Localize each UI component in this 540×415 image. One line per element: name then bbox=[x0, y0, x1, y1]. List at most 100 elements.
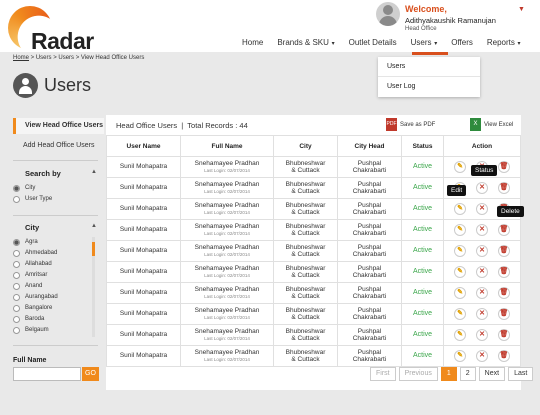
radio-selected-icon[interactable] bbox=[13, 238, 20, 246]
nav-users[interactable]: Users ▾ bbox=[411, 38, 438, 52]
edit-icon[interactable]: ✎ bbox=[454, 329, 466, 341]
status-toggle-icon[interactable]: ✕ bbox=[476, 203, 488, 215]
breadcrumb-home[interactable]: Home bbox=[13, 55, 29, 61]
radio-selected-icon[interactable] bbox=[13, 184, 20, 192]
status-toggle-icon[interactable]: ✕ bbox=[476, 350, 488, 362]
delete-icon[interactable]: 🗑 bbox=[498, 266, 510, 278]
edit-icon[interactable]: ✎ bbox=[454, 161, 466, 173]
user-name-text: Sunil Mohapatra bbox=[119, 331, 168, 339]
delete-icon[interactable]: 🗑 bbox=[498, 329, 510, 341]
radio-icon[interactable] bbox=[13, 282, 20, 290]
city-text: Bhubneshwar bbox=[285, 159, 326, 167]
delete-icon[interactable]: 🗑 bbox=[498, 182, 510, 194]
radio-icon[interactable] bbox=[13, 326, 20, 334]
dropdown-users[interactable]: Users bbox=[378, 57, 480, 77]
delete-icon[interactable]: 🗑 bbox=[498, 224, 510, 236]
edit-icon[interactable]: ✎ bbox=[454, 308, 466, 320]
nav-reports[interactable]: Reports ▾ bbox=[487, 38, 521, 52]
user-name-text: Sunil Mohapatra bbox=[119, 226, 168, 234]
chevron-down-icon: ▾ bbox=[329, 41, 335, 47]
status-toggle-icon[interactable]: ✕ bbox=[476, 266, 488, 278]
user-welcome[interactable]: Welcome, Adithyakaushik Ramanujan Head O… bbox=[376, 2, 538, 36]
page-title: Users bbox=[44, 75, 92, 95]
users-table: User Name Full Name City City Head Statu… bbox=[106, 135, 521, 367]
radio-city-item[interactable]: Belgaum bbox=[13, 324, 49, 336]
chevron-up-icon[interactable]: ▲ bbox=[91, 223, 97, 229]
full-name-text: Snehamayee Pradhan bbox=[194, 223, 260, 231]
cell-status: Active bbox=[401, 345, 444, 367]
radio-user-type[interactable]: User Type bbox=[13, 193, 52, 205]
cell-city: Bhubneshwar & Cuttack bbox=[273, 177, 338, 199]
status-toggle-icon[interactable]: ✕ bbox=[476, 329, 488, 341]
pager-page-1[interactable]: 1 bbox=[440, 367, 457, 381]
chevron-down-icon[interactable]: ▼ bbox=[518, 6, 525, 13]
nav-brands-sku[interactable]: Brands & SKU ▾ bbox=[277, 38, 334, 52]
cell-city: Bhubneshwar & Cuttack bbox=[273, 240, 338, 262]
cell-city-head: Pushpal Chakrabarti bbox=[337, 282, 402, 304]
delete-icon[interactable]: 🗑 bbox=[498, 245, 510, 257]
radio-icon[interactable] bbox=[13, 195, 20, 203]
radio-icon[interactable] bbox=[13, 271, 20, 279]
cell-status: Active bbox=[401, 177, 444, 199]
view-excel-button[interactable]: X View Excel bbox=[470, 118, 513, 131]
logo-text: Radar bbox=[31, 28, 94, 54]
go-button[interactable]: GO bbox=[82, 367, 99, 381]
fullname-input[interactable] bbox=[13, 367, 81, 381]
pager-next[interactable]: Next bbox=[478, 367, 506, 381]
pager-previous[interactable]: Previous bbox=[398, 367, 438, 381]
delete-icon[interactable]: 🗑 bbox=[498, 161, 510, 173]
sidebar-item-add-users[interactable]: Add Head Office Users bbox=[13, 138, 104, 158]
radio-icon[interactable] bbox=[13, 249, 20, 257]
status-toggle-icon[interactable]: ✕ bbox=[476, 245, 488, 257]
col-action: Action bbox=[443, 135, 521, 157]
col-city-head: City Head bbox=[337, 135, 402, 157]
status-toggle-icon[interactable]: ✕ bbox=[476, 287, 488, 299]
nav-outlet-details[interactable]: Outlet Details bbox=[349, 38, 397, 52]
cell-status: Active bbox=[401, 156, 444, 178]
pager-first[interactable]: First bbox=[370, 367, 396, 381]
radio-icon[interactable] bbox=[13, 315, 20, 323]
status-toggle-icon[interactable]: ✕ bbox=[476, 224, 488, 236]
city-head-text: Pushpal bbox=[357, 285, 382, 293]
dropdown-user-log[interactable]: User Log bbox=[378, 77, 480, 97]
edit-icon[interactable]: ✎ bbox=[454, 203, 466, 215]
nav-home[interactable]: Home bbox=[242, 38, 263, 52]
sidebar-item-view-users[interactable]: View Head Office Users bbox=[13, 118, 104, 134]
city-title: City bbox=[25, 223, 40, 232]
edit-icon[interactable]: ✎ bbox=[454, 287, 466, 299]
edit-tooltip: Edit bbox=[447, 185, 467, 196]
status-toggle-icon[interactable]: ✕ bbox=[476, 308, 488, 320]
pager-last[interactable]: Last bbox=[508, 367, 534, 381]
cell-city-head: Pushpal Chakrabarti bbox=[337, 198, 402, 220]
status-toggle-icon[interactable]: ✕ bbox=[476, 182, 488, 194]
edit-icon[interactable]: ✎ bbox=[454, 350, 466, 362]
delete-icon[interactable]: 🗑 bbox=[498, 350, 510, 362]
nav-offers[interactable]: Offers bbox=[451, 38, 473, 52]
pdf-icon: PDF bbox=[386, 118, 397, 131]
pager-page-2[interactable]: 2 bbox=[459, 367, 476, 381]
col-status: Status bbox=[401, 135, 444, 157]
edit-icon[interactable]: ✎ bbox=[454, 224, 466, 236]
city-text: Bhubneshwar bbox=[285, 306, 326, 314]
delete-icon[interactable]: 🗑 bbox=[498, 308, 510, 320]
full-name-text: Snehamayee Pradhan bbox=[194, 265, 260, 273]
radio-icon[interactable] bbox=[13, 260, 20, 268]
chevron-up-icon[interactable]: ▲ bbox=[91, 169, 97, 175]
city-text: & Cuttack bbox=[291, 335, 320, 342]
cell-city: Bhubneshwar & Cuttack bbox=[273, 198, 338, 220]
city-label: Bangalore bbox=[25, 305, 53, 311]
cell-city: Bhubneshwar & Cuttack bbox=[273, 261, 338, 283]
city-label: Ahmedabad bbox=[25, 250, 58, 256]
edit-icon[interactable]: ✎ bbox=[454, 266, 466, 278]
cell-action: ✎ ✕ 🗑 bbox=[443, 240, 521, 262]
radio-icon[interactable] bbox=[13, 293, 20, 301]
radio-icon[interactable] bbox=[13, 304, 20, 312]
delete-icon[interactable]: 🗑 bbox=[498, 287, 510, 299]
save-pdf-button[interactable]: PDF Save as PDF bbox=[386, 118, 435, 131]
city-scrollbar-thumb[interactable] bbox=[92, 242, 95, 256]
cell-city-head: Pushpal Chakrabarti bbox=[337, 324, 402, 346]
radar-logo[interactable]: Radar bbox=[8, 6, 98, 54]
edit-icon[interactable]: ✎ bbox=[454, 245, 466, 257]
col-city: City bbox=[273, 135, 338, 157]
cell-user-name: Sunil Mohapatra bbox=[106, 345, 181, 367]
